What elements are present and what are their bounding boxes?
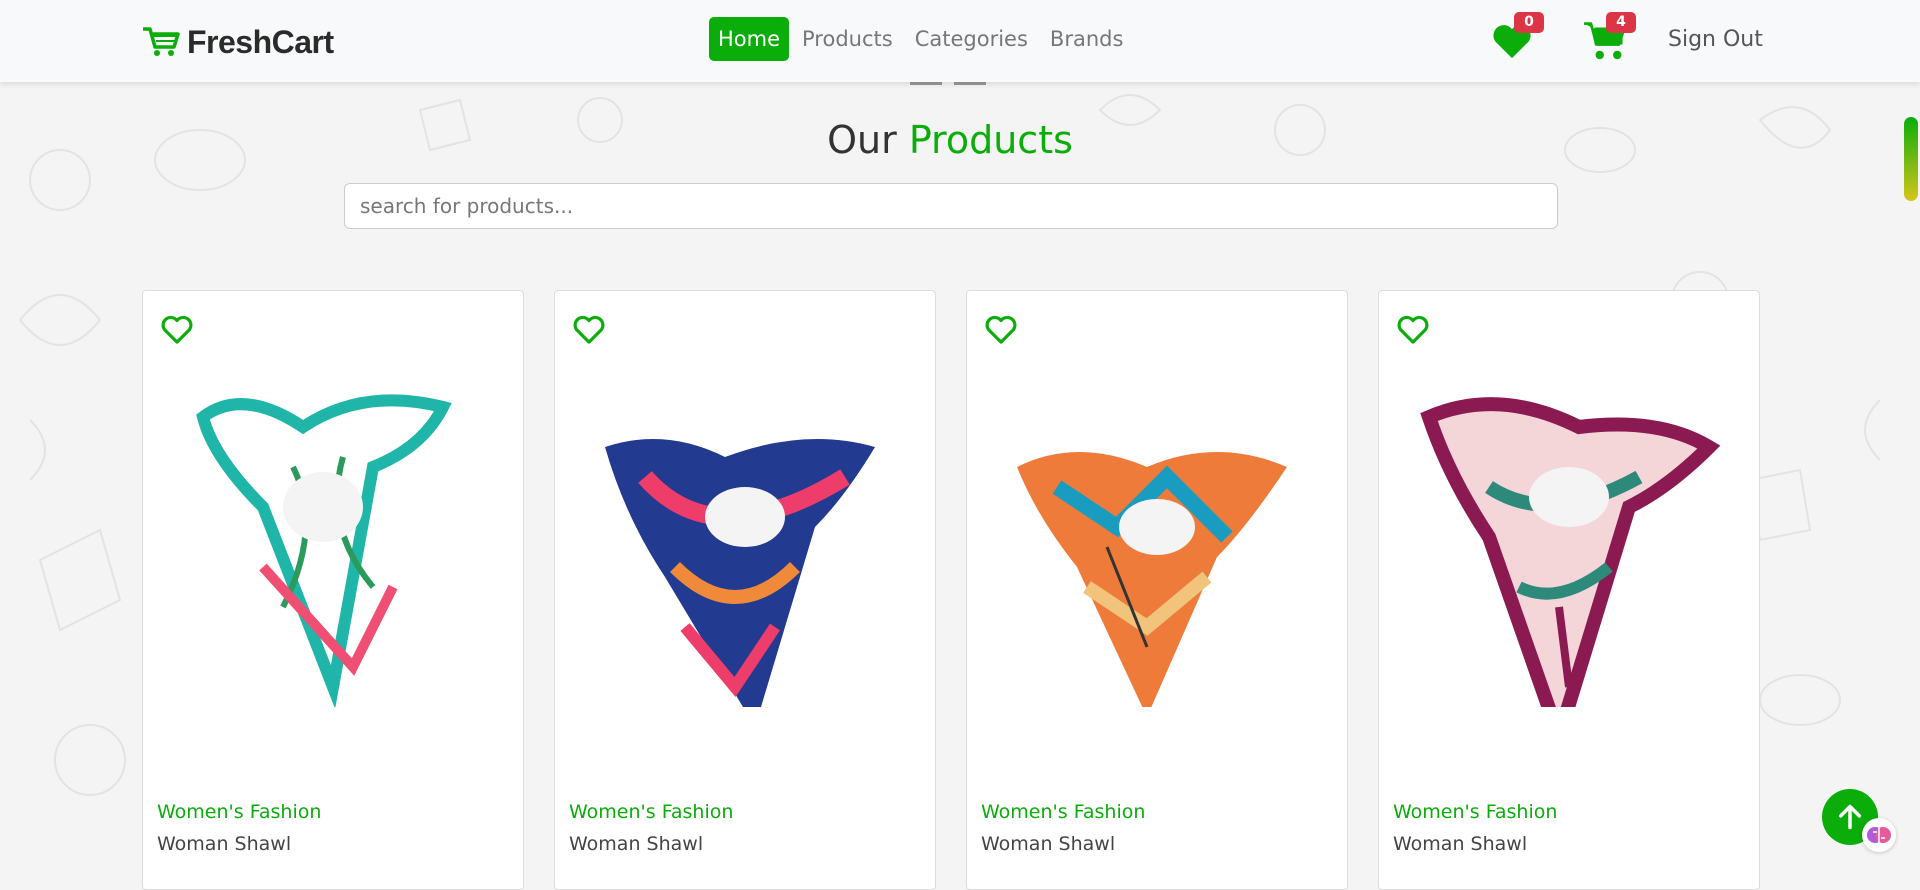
nav-links: Home Products Categories Brands <box>709 17 1132 61</box>
page-title: Our Products <box>0 118 1900 162</box>
product-card[interactable]: Women's Fashion Woman Shawl <box>1378 290 1760 890</box>
brain-icon <box>1867 827 1891 843</box>
product-card[interactable]: Women's Fashion Woman Shawl <box>554 290 936 890</box>
product-card[interactable]: Women's Fashion Woman Shawl <box>966 290 1348 890</box>
product-category: Women's Fashion <box>157 801 322 823</box>
product-category: Women's Fashion <box>569 801 734 823</box>
product-image[interactable] <box>997 367 1317 707</box>
nav-link-brands[interactable]: Brands <box>1041 17 1133 61</box>
product-card[interactable]: Women's Fashion Woman Shawl <box>142 290 524 890</box>
product-name[interactable]: Woman Shawl <box>569 833 703 855</box>
product-name[interactable]: Woman Shawl <box>981 833 1115 855</box>
product-image[interactable] <box>1409 367 1729 707</box>
extension-brain-icon[interactable] <box>1862 818 1896 852</box>
cart-count-badge: 4 <box>1606 12 1636 33</box>
arrow-up-icon <box>1838 804 1862 830</box>
brand-logo[interactable]: FreshCart <box>141 20 334 64</box>
product-category: Women's Fashion <box>1393 801 1558 823</box>
search-input[interactable] <box>344 183 1558 229</box>
product-name[interactable]: Woman Shawl <box>157 833 291 855</box>
page-title-accent: Products <box>908 118 1073 162</box>
scrollbar-thumb[interactable] <box>1904 117 1918 201</box>
product-name[interactable]: Woman Shawl <box>1393 833 1527 855</box>
wishlist-heart-icon[interactable] <box>1395 313 1431 345</box>
page-title-part1: Our <box>827 118 897 162</box>
wishlist-button[interactable]: 0 <box>1490 12 1544 62</box>
wishlist-heart-icon[interactable] <box>571 313 607 345</box>
slider-dot[interactable] <box>910 82 942 85</box>
wishlist-heart-icon[interactable] <box>159 313 195 345</box>
product-image[interactable] <box>173 367 493 707</box>
nav-link-categories[interactable]: Categories <box>906 17 1037 61</box>
slider-dots <box>910 82 986 85</box>
nav-link-home[interactable]: Home <box>709 17 790 61</box>
wishlist-count-badge: 0 <box>1514 12 1544 33</box>
cart-button[interactable]: 4 <box>1582 12 1636 62</box>
nav-link-products[interactable]: Products <box>793 17 902 61</box>
navbar: FreshCart Home Products Categories Brand… <box>0 0 1920 82</box>
slider-dot[interactable] <box>954 82 986 85</box>
product-image[interactable] <box>585 367 905 707</box>
cart-logo-icon <box>143 27 180 56</box>
wishlist-heart-icon[interactable] <box>983 313 1019 345</box>
sign-out-link[interactable]: Sign Out <box>1668 27 1763 52</box>
product-category: Women's Fashion <box>981 801 1146 823</box>
brand-name: FreshCart <box>187 23 334 60</box>
